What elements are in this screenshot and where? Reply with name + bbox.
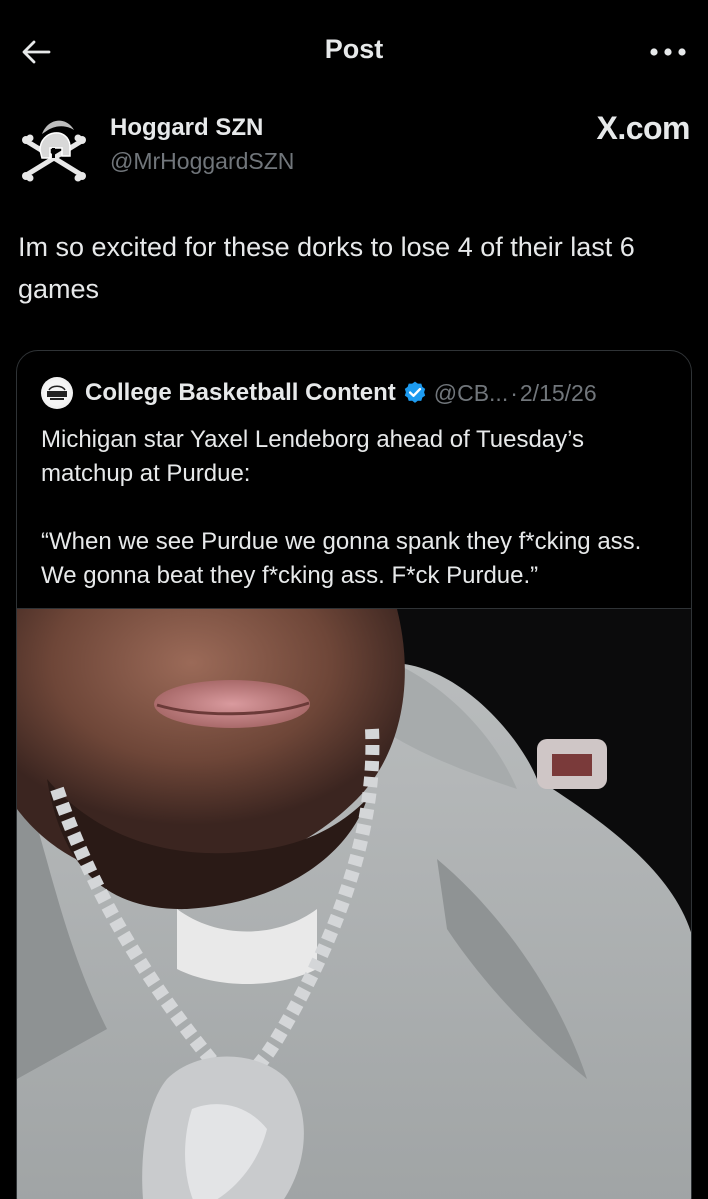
author-name[interactable]: Hoggard SZN xyxy=(110,114,263,142)
avatar[interactable] xyxy=(18,112,90,184)
separator-dot: · xyxy=(510,379,518,406)
quote-video-media[interactable] xyxy=(17,608,691,1199)
quote-avatar[interactable] xyxy=(41,377,73,409)
author-handle[interactable]: @MrHoggardSZN xyxy=(110,148,294,175)
video-thumbnail-image xyxy=(17,609,691,1199)
page-title: Post xyxy=(324,34,384,64)
more-options-button[interactable] xyxy=(640,30,696,74)
more-horizontal-icon xyxy=(650,48,686,56)
xcom-watermark: X.com xyxy=(596,110,690,146)
spartan-crossbones-avatar-icon xyxy=(18,112,90,184)
author-row: Hoggard SZN @MrHoggardSZN X.com xyxy=(18,108,690,188)
quoted-post-header: College Basketball Content @CB... · 2/15… xyxy=(41,377,681,409)
quote-author-handle[interactable]: @CB... xyxy=(434,380,508,407)
quote-author-name[interactable]: College Basketball Content xyxy=(85,379,396,407)
quoted-post-card[interactable]: College Basketball Content @CB... · 2/15… xyxy=(16,350,692,1199)
verified-badge-icon xyxy=(404,381,425,403)
quote-date[interactable]: 2/15/26 xyxy=(520,380,597,407)
quote-paragraph: Michigan star Yaxel Lendeborg ahead of T… xyxy=(41,426,585,487)
quote-paragraph: “When we see Purdue we gonna spank they … xyxy=(41,528,642,589)
post-text: Im so excited for these dorks to lose 4 … xyxy=(18,232,635,304)
quote-text: Michigan star Yaxel Lendeborg ahead of T… xyxy=(41,423,681,593)
top-bar: Post xyxy=(0,0,708,100)
cbb-content-logo-icon xyxy=(44,380,70,406)
